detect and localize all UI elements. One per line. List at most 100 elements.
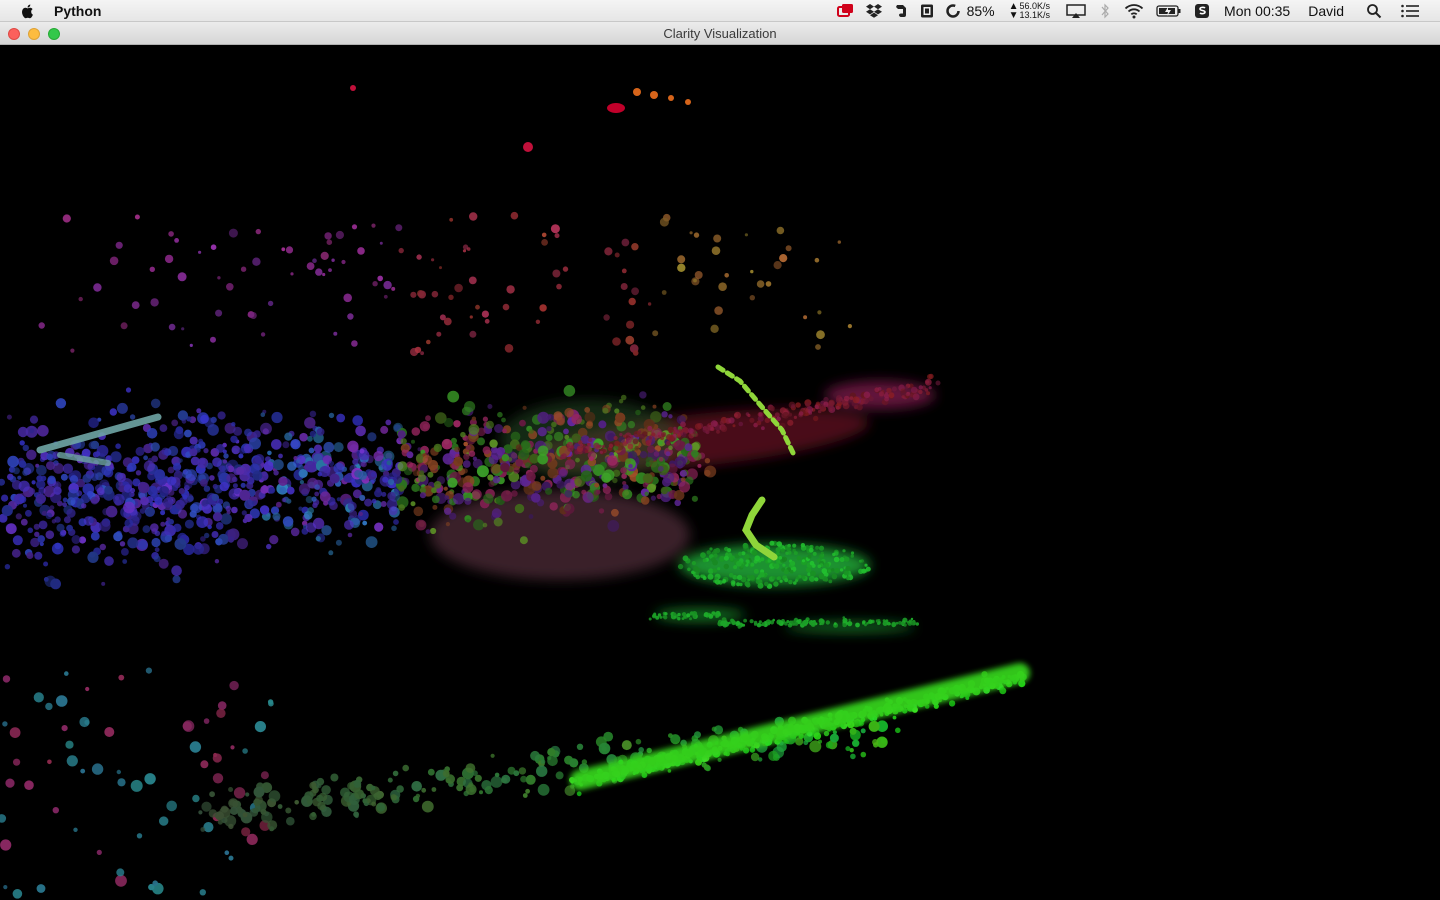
point [316, 428, 325, 436]
point [246, 833, 258, 846]
dropbox-icon[interactable] [865, 0, 883, 22]
point [488, 480, 495, 487]
screen-mirror-icon[interactable] [836, 0, 855, 22]
point [584, 449, 589, 454]
point [49, 505, 55, 510]
point [109, 256, 119, 266]
point [226, 473, 237, 484]
point [632, 438, 639, 445]
point [319, 491, 331, 503]
point [66, 755, 78, 767]
point [336, 497, 341, 502]
point [214, 559, 220, 564]
point [711, 246, 721, 255]
wifi-icon[interactable] [1124, 0, 1144, 22]
point [848, 618, 851, 622]
point [177, 509, 188, 519]
airplay-icon[interactable] [1066, 0, 1086, 22]
point [0, 814, 7, 823]
point [63, 516, 71, 524]
point [693, 615, 696, 619]
point [588, 437, 593, 443]
point [189, 448, 198, 457]
point [201, 499, 209, 507]
scrobbler-icon[interactable] [1194, 0, 1210, 22]
point [105, 505, 118, 518]
point [662, 402, 672, 411]
point [833, 622, 837, 626]
point [67, 489, 79, 501]
point [365, 536, 378, 548]
point [397, 430, 406, 439]
point [540, 759, 546, 765]
visualization-canvas[interactable] [0, 45, 1440, 900]
notification-center-icon[interactable] [1400, 0, 1420, 22]
point [655, 615, 660, 620]
point [510, 211, 519, 220]
point [514, 503, 525, 514]
point [277, 804, 283, 809]
point [351, 224, 358, 230]
user-name[interactable]: David [1308, 0, 1344, 22]
point [703, 612, 709, 618]
point [825, 620, 830, 625]
point [863, 391, 871, 399]
point [664, 612, 668, 616]
point [260, 771, 269, 780]
point [317, 471, 323, 477]
point [357, 247, 365, 255]
point [827, 569, 831, 573]
point [453, 456, 464, 467]
point [742, 542, 749, 549]
bluetooth-icon[interactable] [1100, 0, 1110, 22]
point [523, 142, 533, 152]
point [383, 280, 392, 290]
point [362, 798, 368, 804]
point [750, 562, 755, 567]
point [279, 486, 287, 494]
sync-status-icon[interactable] [945, 0, 961, 22]
app-menu-name[interactable]: Python [54, 3, 101, 19]
point [594, 482, 600, 488]
apple-menu-icon[interactable] [20, 3, 36, 19]
point [788, 579, 793, 585]
point [121, 548, 129, 556]
point [912, 393, 920, 401]
point [143, 455, 149, 461]
point [62, 497, 68, 503]
point [317, 783, 322, 789]
point [433, 481, 442, 489]
search-icon[interactable] [1366, 0, 1382, 22]
window-titlebar[interactable]: Clarity Visualization [0, 22, 1440, 45]
point [487, 404, 493, 409]
point [702, 558, 707, 563]
point [819, 554, 825, 559]
point [379, 241, 383, 245]
point [468, 450, 476, 457]
clipboard-app-icon[interactable] [919, 0, 935, 22]
point [693, 278, 697, 283]
point [171, 484, 179, 491]
point [732, 565, 738, 570]
point-cloud-render[interactable] [0, 45, 1440, 900]
point [81, 503, 87, 509]
point [743, 561, 747, 565]
point [306, 262, 315, 270]
point [351, 340, 358, 347]
point [795, 576, 800, 580]
point [891, 621, 897, 627]
point [918, 385, 923, 390]
point [666, 440, 671, 446]
point [817, 564, 822, 569]
point [661, 431, 667, 438]
battery-icon[interactable] [1156, 0, 1182, 22]
point [563, 478, 576, 490]
point [324, 232, 332, 240]
evernote-icon[interactable] [893, 0, 909, 22]
point [627, 420, 636, 429]
point [282, 441, 290, 449]
point [668, 95, 674, 101]
clock[interactable]: Mon 00:35 [1224, 0, 1290, 22]
point [312, 258, 317, 263]
point [694, 731, 701, 739]
